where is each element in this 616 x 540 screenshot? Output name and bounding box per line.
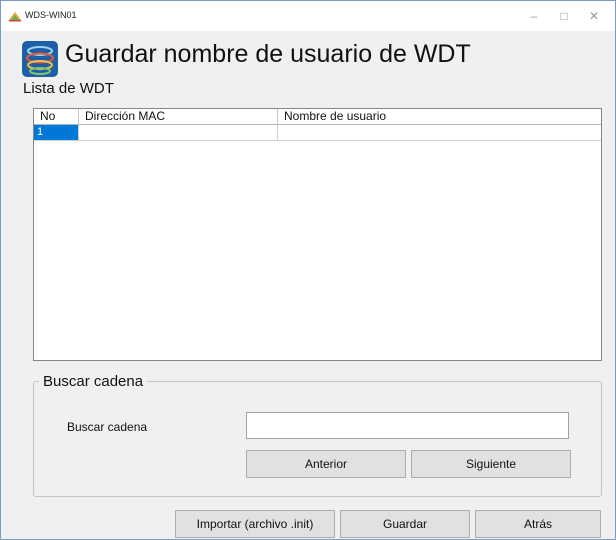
table-header: No Dirección MAC Nombre de usuario xyxy=(34,109,601,125)
window-title: WDS-WIN01 xyxy=(25,10,77,20)
column-header-no[interactable]: No xyxy=(34,109,79,125)
previous-button[interactable]: Anterior xyxy=(246,450,406,478)
wdt-list-label: Lista de WDT xyxy=(23,80,114,97)
back-button[interactable]: Atrás xyxy=(475,510,601,538)
column-header-user[interactable]: Nombre de usuario xyxy=(278,109,601,125)
import-button[interactable]: Importar (archivo .init) xyxy=(175,510,335,538)
wdt-table[interactable]: No Dirección MAC Nombre de usuario 1 xyxy=(33,108,602,361)
title-bar[interactable]: WDS-WIN01 – □ ✕ xyxy=(1,1,615,31)
search-group-title: Buscar cadena xyxy=(39,373,148,390)
main-window: WDS-WIN01 – □ ✕ Guardar nombre de usuari… xyxy=(0,0,616,540)
search-label: Buscar cadena xyxy=(67,420,148,434)
app-icon xyxy=(9,12,21,22)
minimize-button[interactable]: – xyxy=(519,7,549,25)
table-row[interactable]: 1 xyxy=(34,125,601,141)
search-group xyxy=(33,381,602,497)
search-input[interactable] xyxy=(246,412,569,439)
cell-user[interactable] xyxy=(278,125,601,140)
cell-no[interactable]: 1 xyxy=(34,125,79,140)
next-button[interactable]: Siguiente xyxy=(411,450,571,478)
close-button[interactable]: ✕ xyxy=(579,7,609,25)
save-button[interactable]: Guardar xyxy=(340,510,470,538)
cell-mac[interactable] xyxy=(79,125,278,140)
column-header-mac[interactable]: Dirección MAC xyxy=(79,109,278,125)
wdt-logo-icon xyxy=(22,41,58,77)
page-title: Guardar nombre de usuario de WDT xyxy=(65,40,471,68)
maximize-button[interactable]: □ xyxy=(549,7,579,25)
